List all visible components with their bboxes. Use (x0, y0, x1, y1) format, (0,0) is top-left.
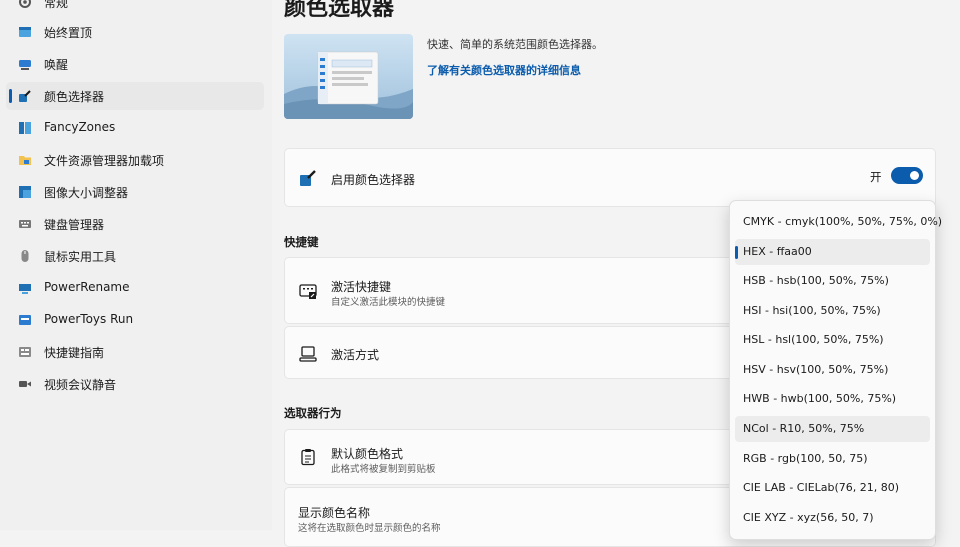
section-header-shortcuts: 快捷键 (284, 235, 319, 249)
hero-image (284, 34, 413, 119)
pin-window-icon (19, 27, 31, 37)
sidebar-item-keyboard-manager[interactable]: 键盘管理器 (6, 210, 264, 238)
sidebar-item-mouse-utilities[interactable]: 鼠标实用工具 (6, 242, 264, 270)
format-option-ciexyz[interactable]: CIE XYZ - xyz(56, 50, 7) (735, 505, 930, 531)
image-resize-icon (19, 186, 31, 198)
selection-indicator (735, 246, 738, 259)
option-label: CMYK - cmyk(100%, 50%, 75%, 0%) (743, 215, 943, 228)
toggle-state-label: 开 (870, 170, 882, 184)
sidebar-item-label: 视频会议静音 (44, 378, 117, 392)
option-label: HSI - hsi(100, 50%, 75%) (743, 304, 881, 317)
fancyzones-icon (19, 122, 31, 134)
option-label: CIE XYZ - xyz(56, 50, 7) (743, 511, 874, 524)
format-option-ncol[interactable]: NCol - R10, 50%, 75% (735, 416, 930, 442)
sidebar-item-label: PowerToys Run (44, 312, 134, 326)
show-color-name-title: 显示颜色名称 (298, 506, 371, 520)
format-option-hsv[interactable]: HSV - hsv(100, 50%, 75%) (735, 357, 930, 383)
powertoys-run-icon (19, 315, 31, 325)
sidebar-item-powerrename[interactable]: PowerRename (6, 274, 264, 302)
coffee-cup-icon (19, 60, 31, 70)
monitor-icon (299, 346, 317, 362)
format-option-hsi[interactable]: HSI - hsi(100, 50%, 75%) (735, 298, 930, 324)
format-option-hsl[interactable]: HSL - hsl(100, 50%, 75%) (735, 327, 930, 353)
keyboard-icon (19, 220, 31, 228)
video-conference-icon (19, 381, 31, 387)
powerrename-icon (19, 284, 31, 294)
option-label: HSL - hsl(100, 50%, 75%) (743, 333, 884, 346)
activation-shortcut-title: 激活快捷键 (331, 280, 392, 294)
sidebar-item-label: 文件资源管理器加载项 (44, 154, 165, 168)
sidebar-item-label: PowerRename (44, 280, 130, 294)
sidebar-item-label: 鼠标实用工具 (44, 250, 117, 264)
sidebar-item-image-resizer[interactable]: 图像大小调整器 (6, 178, 264, 206)
option-label: CIE LAB - CIELab(76, 21, 80) (743, 481, 900, 494)
shortcut-guide-icon (19, 347, 31, 357)
section-header-picker-behavior: 选取器行为 (284, 406, 342, 420)
sidebar-item-label: 图像大小调整器 (44, 186, 129, 200)
sidebar-item-label: 常规 (44, 0, 69, 10)
sidebar-item-label: 快捷键指南 (44, 346, 105, 360)
sidebar-item-label: 颜色选择器 (44, 90, 105, 104)
format-option-hex[interactable]: HEX - ffaa00 (735, 239, 930, 265)
color-format-dropdown[interactable]: CMYK - cmyk(100%, 50%, 75%, 0%) HEX - ff… (729, 200, 942, 540)
color-picker-icon (19, 90, 31, 102)
format-option-cielab[interactable]: CIE LAB - CIELab(76, 21, 80) (735, 475, 930, 501)
enable-label: 启用颜色选择器 (331, 173, 416, 187)
option-label: HWB - hwb(100, 50%, 75%) (743, 392, 897, 405)
activation-shortcut-subtitle: 自定义激活此模块的快捷键 (331, 297, 446, 308)
sidebar: 常规 始终置顶 唤醒 颜色选择器 FancyZones 文件资源管理器加载项 图… (0, 0, 272, 530)
format-option-rgb[interactable]: RGB - rgb(100, 50, 75) (735, 446, 930, 472)
format-option-hwb[interactable]: HWB - hwb(100, 50%, 75%) (735, 386, 930, 412)
sidebar-item-powertoys-run[interactable]: PowerToys Run (6, 306, 264, 334)
activation-behavior-title: 激活方式 (331, 348, 380, 362)
option-label: NCol - R10, 50%, 75% (743, 422, 865, 435)
format-option-hsb[interactable]: HSB - hsb(100, 50%, 75%) (735, 268, 930, 294)
sidebar-item-always-on-top[interactable]: 始终置顶 (6, 18, 264, 46)
default-format-title: 默认颜色格式 (331, 447, 404, 461)
option-label: HSV - hsv(100, 50%, 75%) (743, 363, 889, 376)
module-description: 快速、简单的系统范围颜色选择器。 (427, 38, 603, 51)
learn-more-link[interactable]: 了解有关颜色选取器的详细信息 (427, 62, 581, 78)
page-title: 颜色选取器 (284, 0, 395, 21)
sidebar-item-video-conference[interactable]: 视频会议静音 (6, 370, 264, 398)
clipboard-icon (301, 449, 315, 466)
keyboard-shortcut-icon (299, 284, 317, 299)
option-label: HSB - hsb(100, 50%, 75%) (743, 274, 889, 287)
option-label: RGB - rgb(100, 50, 75) (743, 452, 868, 465)
sidebar-item-shortcut-guide[interactable]: 快捷键指南 (6, 338, 264, 366)
selection-indicator (9, 89, 12, 103)
sidebar-item-fancyzones[interactable]: FancyZones (6, 114, 264, 142)
default-format-subtitle: 此格式将被复制到剪贴板 (331, 464, 436, 475)
mouse-icon (21, 250, 29, 262)
sidebar-item-file-explorer[interactable]: 文件资源管理器加载项 (6, 146, 264, 174)
gear-icon (19, 0, 31, 8)
sidebar-item-label: 键盘管理器 (44, 218, 105, 232)
sidebar-item-awake[interactable]: 唤醒 (6, 50, 264, 78)
format-option-cmyk[interactable]: CMYK - cmyk(100%, 50%, 75%, 0%) (735, 209, 942, 235)
sidebar-item-general[interactable]: 常规 (6, 0, 264, 16)
enable-toggle[interactable] (891, 167, 923, 184)
toggle-knob (910, 171, 919, 180)
option-label: HEX - ffaa00 (743, 245, 812, 258)
sidebar-item-label: FancyZones (44, 120, 116, 134)
enable-color-picker-card: 启用颜色选择器 开 (284, 148, 936, 207)
sidebar-item-color-picker[interactable]: 颜色选择器 (6, 82, 264, 110)
folder-icon (19, 156, 31, 165)
color-picker-icon (300, 170, 316, 186)
sidebar-item-label: 唤醒 (44, 58, 69, 72)
sidebar-item-label: 始终置顶 (44, 26, 93, 40)
show-color-name-subtitle: 这将在选取颜色时显示颜色的名称 (298, 523, 441, 534)
